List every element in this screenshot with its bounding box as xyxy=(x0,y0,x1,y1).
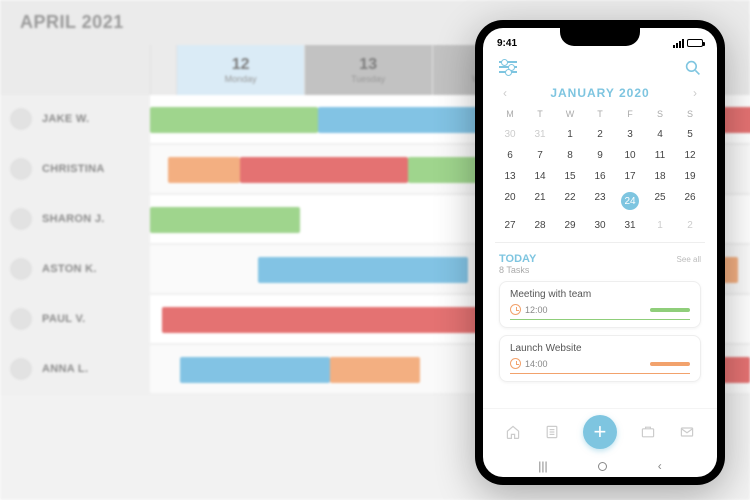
calendar-nav: ‹ JANUARY 2020 › xyxy=(483,78,717,104)
recent-apps-button[interactable]: ||| xyxy=(538,459,547,473)
cal-day[interactable]: 7 xyxy=(525,145,555,166)
task-bar[interactable] xyxy=(180,357,330,383)
briefcase-icon[interactable] xyxy=(639,423,657,441)
phone-notch xyxy=(560,28,640,46)
cal-day[interactable]: 31 xyxy=(525,124,555,145)
avatar xyxy=(10,158,32,180)
cal-day[interactable]: 21 xyxy=(525,187,555,215)
task-bar[interactable] xyxy=(168,157,240,183)
task-bar[interactable] xyxy=(330,357,420,383)
cal-day[interactable]: 11 xyxy=(645,145,675,166)
task-bar[interactable] xyxy=(150,107,318,133)
cal-day[interactable]: 22 xyxy=(555,187,585,215)
cal-day[interactable]: 10 xyxy=(615,145,645,166)
mail-icon[interactable] xyxy=(678,423,696,441)
cal-day[interactable]: 3 xyxy=(615,124,645,145)
home-icon[interactable] xyxy=(504,423,522,441)
avatar xyxy=(10,358,32,380)
cal-day[interactable]: 6 xyxy=(495,145,525,166)
add-button[interactable]: + xyxy=(583,415,617,449)
cal-day[interactable]: 5 xyxy=(675,124,705,145)
cal-day[interactable]: 25 xyxy=(645,187,675,215)
calendar-grid: M T W T F S S 303112345 6789101112 13141… xyxy=(483,104,717,236)
cal-day[interactable]: 12 xyxy=(675,145,705,166)
status-time: 9:41 xyxy=(497,38,517,49)
task-progress xyxy=(650,308,690,312)
avatar xyxy=(10,208,32,230)
avatar xyxy=(10,258,32,280)
cal-day[interactable]: 30 xyxy=(585,215,615,236)
cal-day[interactable]: 17 xyxy=(615,166,645,187)
cal-day[interactable]: 23 xyxy=(585,187,615,215)
bottom-nav: + xyxy=(483,408,717,453)
task-bar[interactable] xyxy=(240,157,408,183)
cal-day[interactable]: 31 xyxy=(615,215,645,236)
cal-day[interactable]: 20 xyxy=(495,187,525,215)
task-card[interactable]: Launch Website 14:00 xyxy=(499,335,701,382)
clock-icon xyxy=(510,304,521,315)
task-card[interactable]: Meeting with team 12:00 xyxy=(499,281,701,328)
list-icon[interactable] xyxy=(543,423,561,441)
cal-day[interactable]: 4 xyxy=(645,124,675,145)
cal-day[interactable]: 14 xyxy=(525,166,555,187)
calendar-month-title: JANUARY 2020 xyxy=(550,86,649,100)
back-button[interactable]: ‹ xyxy=(658,459,662,473)
cal-day[interactable]: 9 xyxy=(585,145,615,166)
task-progress xyxy=(650,362,690,366)
search-icon[interactable] xyxy=(685,60,701,76)
date-col-13[interactable]: 13 Tuesday xyxy=(304,45,432,95)
cal-day[interactable]: 8 xyxy=(555,145,585,166)
cal-day[interactable]: 27 xyxy=(495,215,525,236)
cal-day[interactable]: 29 xyxy=(555,215,585,236)
clock-icon xyxy=(510,358,521,369)
cal-day[interactable]: 18 xyxy=(645,166,675,187)
task-bar[interactable] xyxy=(150,207,300,233)
task-bar[interactable] xyxy=(258,257,468,283)
cal-day[interactable]: 1 xyxy=(645,215,675,236)
battery-icon xyxy=(687,39,703,47)
avatar xyxy=(10,308,32,330)
avatar xyxy=(10,108,32,130)
date-col-12[interactable]: 12 Monday xyxy=(176,45,304,95)
cal-day[interactable]: 15 xyxy=(555,166,585,187)
cal-day[interactable]: 16 xyxy=(585,166,615,187)
today-section: TODAY 8 Tasks See all Meeting with team … xyxy=(483,249,717,408)
cal-day[interactable]: 30 xyxy=(495,124,525,145)
today-label: TODAY xyxy=(499,253,536,265)
home-button[interactable] xyxy=(598,462,607,471)
gantt-title: APRIL 2021 xyxy=(20,12,124,33)
cal-day[interactable]: 19 xyxy=(675,166,705,187)
prev-month-icon[interactable]: ‹ xyxy=(503,86,507,100)
cal-day[interactable]: 13 xyxy=(495,166,525,187)
task-bar[interactable] xyxy=(162,307,492,333)
cal-day[interactable]: 26 xyxy=(675,187,705,215)
cal-day[interactable]: 28 xyxy=(525,215,555,236)
task-title: Launch Website xyxy=(510,343,690,354)
cal-day-selected[interactable]: 24 xyxy=(615,187,645,215)
signal-icon xyxy=(673,39,684,48)
task-title: Meeting with team xyxy=(510,289,690,300)
cal-day[interactable]: 2 xyxy=(585,124,615,145)
next-month-icon[interactable]: › xyxy=(693,86,697,100)
android-nav-bar: ||| ‹ xyxy=(483,453,717,477)
task-count: 8 Tasks xyxy=(499,265,536,275)
filter-icon[interactable] xyxy=(499,60,517,74)
phone-mockup: 9:41 ‹ JANUARY 2020 › M T W T F xyxy=(475,20,725,485)
see-all-link[interactable]: See all xyxy=(677,255,701,264)
cal-day[interactable]: 2 xyxy=(675,215,705,236)
cal-day[interactable]: 1 xyxy=(555,124,585,145)
